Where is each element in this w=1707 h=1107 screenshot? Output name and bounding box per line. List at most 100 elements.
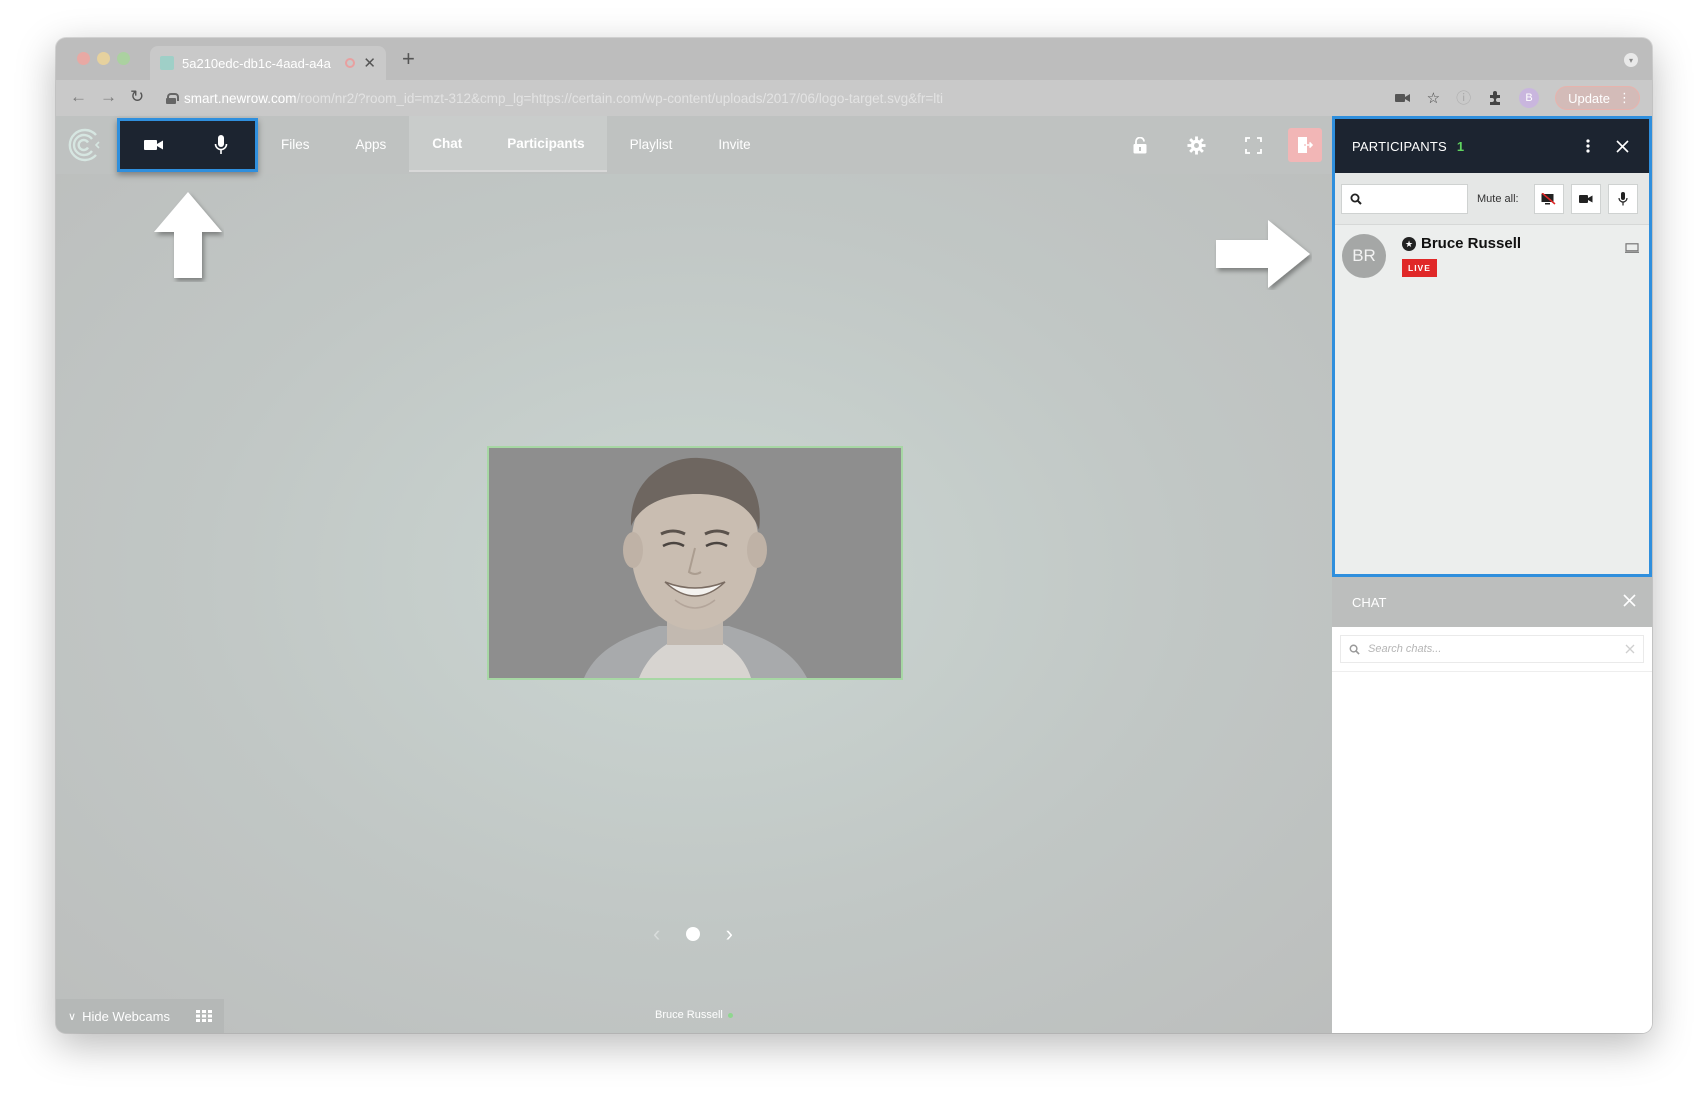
- toolbar-actions: ☆ ⓘ B Update ⋮: [1394, 86, 1640, 110]
- participant-row[interactable]: BR ★ Bruce Russell LIVE: [1335, 225, 1649, 287]
- close-tab-icon[interactable]: ✕: [363, 56, 376, 71]
- settings-button[interactable]: [1168, 116, 1225, 174]
- media-controls: [117, 118, 258, 172]
- more-vertical-icon: [1586, 139, 1590, 153]
- update-button[interactable]: Update ⋮: [1555, 86, 1640, 110]
- annotation-arrow-up-icon: [154, 192, 222, 278]
- participant-avatar: BR: [1342, 234, 1386, 278]
- close-icon: [1623, 594, 1636, 607]
- tab-title: 5a210edc-db1c-4aad-a4a: [182, 55, 331, 71]
- mute-all-label: Mute all:: [1477, 192, 1519, 205]
- participant-search-input[interactable]: [1341, 183, 1468, 214]
- update-label: Update: [1568, 90, 1610, 106]
- nav-actions: [1111, 116, 1322, 174]
- chat-search-box: [1340, 635, 1644, 663]
- clear-search-icon[interactable]: [1625, 644, 1635, 654]
- info-icon[interactable]: ⓘ: [1456, 91, 1471, 106]
- webcam-video[interactable]: [487, 446, 903, 680]
- chat-title: CHAT: [1352, 594, 1387, 610]
- maximize-window-button[interactable]: [117, 52, 130, 65]
- forward-icon[interactable]: →: [100, 88, 117, 105]
- bottom-bar: ∨ Hide Webcams Bruce Russell: [56, 999, 1332, 1033]
- search-icon: [1350, 193, 1362, 205]
- gear-icon: [1187, 135, 1206, 155]
- participants-header: PARTICIPANTS 1: [1335, 119, 1649, 173]
- online-status-dot: [727, 1012, 733, 1018]
- next-page-icon[interactable]: ›: [726, 923, 733, 945]
- mute-all-microphones-button[interactable]: [1607, 183, 1638, 214]
- favicon-icon: [160, 56, 174, 70]
- video-camera-icon: [1578, 194, 1593, 203]
- nav-item-apps[interactable]: Apps: [333, 116, 410, 172]
- nav-item-participants[interactable]: Participants: [485, 116, 607, 172]
- microphone-icon: [1617, 191, 1628, 205]
- participants-title: PARTICIPANTS: [1352, 138, 1447, 154]
- webcam-face-image: [489, 448, 901, 678]
- url-text: smart.newrow.com/room/nr2/?room_id=mzt-3…: [184, 91, 943, 106]
- main-stage: Files Apps Chat Participants Playlist In…: [56, 116, 1332, 1033]
- browser-window: 5a210edc-db1c-4aad-a4a ✕ + ▾ ← → ↻ smart…: [56, 38, 1652, 1033]
- participant-name: Bruce Russell: [1421, 235, 1522, 252]
- mute-all-cameras-button[interactable]: [1570, 183, 1601, 214]
- right-sidebar: PARTICIPANTS 1 Mute all: BR ★ Bruce Russ…: [1332, 116, 1652, 1033]
- host-star-icon: ★: [1402, 237, 1416, 251]
- reload-icon[interactable]: ↻: [130, 88, 144, 105]
- nav-item-invite[interactable]: Invite: [695, 116, 773, 172]
- more-menu-icon: ⋮: [1618, 90, 1631, 105]
- participants-count: 1: [1456, 138, 1465, 154]
- webcam-pager: ‹ ›: [653, 922, 733, 946]
- annotation-arrow-right-icon: [1216, 220, 1310, 288]
- back-icon[interactable]: ←: [70, 88, 87, 105]
- recording-icon: [345, 58, 356, 68]
- close-chat-button[interactable]: [1623, 594, 1636, 610]
- close-window-button[interactable]: [77, 52, 90, 65]
- nav-item-playlist[interactable]: Playlist: [607, 116, 696, 172]
- profile-avatar[interactable]: B: [1519, 88, 1540, 108]
- tab-strip: 5a210edc-db1c-4aad-a4a ✕ + ▾: [56, 38, 1652, 80]
- monitor-icon: [1625, 243, 1639, 253]
- room-lock-button[interactable]: [1111, 116, 1168, 174]
- address-bar[interactable]: smart.newrow.com/room/nr2/?room_id=mzt-3…: [166, 86, 943, 110]
- page-indicator-dot[interactable]: [686, 927, 700, 941]
- close-participants-button[interactable]: [1608, 132, 1636, 160]
- new-tab-button[interactable]: +: [402, 48, 415, 70]
- live-badge: LIVE: [1402, 259, 1437, 277]
- participant-screen-icon[interactable]: [1625, 240, 1639, 258]
- screen-share-off-icon: [1541, 192, 1556, 205]
- chevron-down-icon: ∨: [68, 1010, 77, 1023]
- grid-icon: [196, 1010, 212, 1022]
- previous-page-icon[interactable]: ‹: [653, 923, 660, 945]
- leave-room-button[interactable]: [1288, 128, 1322, 162]
- speaker-label: Bruce Russell: [655, 1009, 733, 1021]
- nav-item-files[interactable]: Files: [258, 116, 333, 172]
- participants-toolbar: Mute all:: [1335, 173, 1649, 225]
- newrow-app: Files Apps Chat Participants Playlist In…: [56, 116, 1652, 1033]
- microphone-toggle-button[interactable]: [201, 125, 241, 165]
- minimize-window-button[interactable]: [97, 52, 110, 65]
- chat-search-wrap: [1332, 627, 1652, 672]
- browser-tab[interactable]: 5a210edc-db1c-4aad-a4a ✕: [150, 46, 386, 80]
- chat-search-input[interactable]: [1368, 643, 1617, 655]
- grid-view-button[interactable]: [184, 999, 224, 1033]
- newrow-logo-icon: [68, 128, 100, 162]
- speaker-name: Bruce Russell: [655, 1009, 723, 1021]
- mute-all-screens-button[interactable]: [1533, 183, 1564, 214]
- url-path: /room/nr2/?room_id=mzt-312&cmp_lg=https:…: [296, 90, 943, 106]
- extensions-icon[interactable]: [1487, 90, 1503, 106]
- nav-item-chat[interactable]: Chat: [409, 116, 486, 172]
- camera-in-use-icon[interactable]: [1394, 92, 1411, 104]
- participants-menu-button[interactable]: [1574, 132, 1602, 160]
- search-icon: [1349, 644, 1360, 655]
- close-icon: [1615, 139, 1629, 153]
- nav-menu: Files Apps Chat Participants Playlist In…: [258, 116, 774, 174]
- browser-toolbar: ← → ↻ smart.newrow.com/room/nr2/?room_id…: [56, 80, 1652, 116]
- lock-icon: [166, 92, 179, 104]
- bookmark-star-icon[interactable]: ☆: [1427, 91, 1440, 106]
- chat-header: CHAT: [1332, 577, 1652, 627]
- url-host: smart.newrow.com: [184, 90, 297, 106]
- exit-door-icon: [1298, 137, 1313, 153]
- fullscreen-button[interactable]: [1225, 116, 1282, 174]
- top-nav: Files Apps Chat Participants Playlist In…: [56, 116, 1332, 174]
- tab-search-icon[interactable]: ▾: [1624, 53, 1638, 67]
- camera-toggle-button[interactable]: [134, 125, 174, 165]
